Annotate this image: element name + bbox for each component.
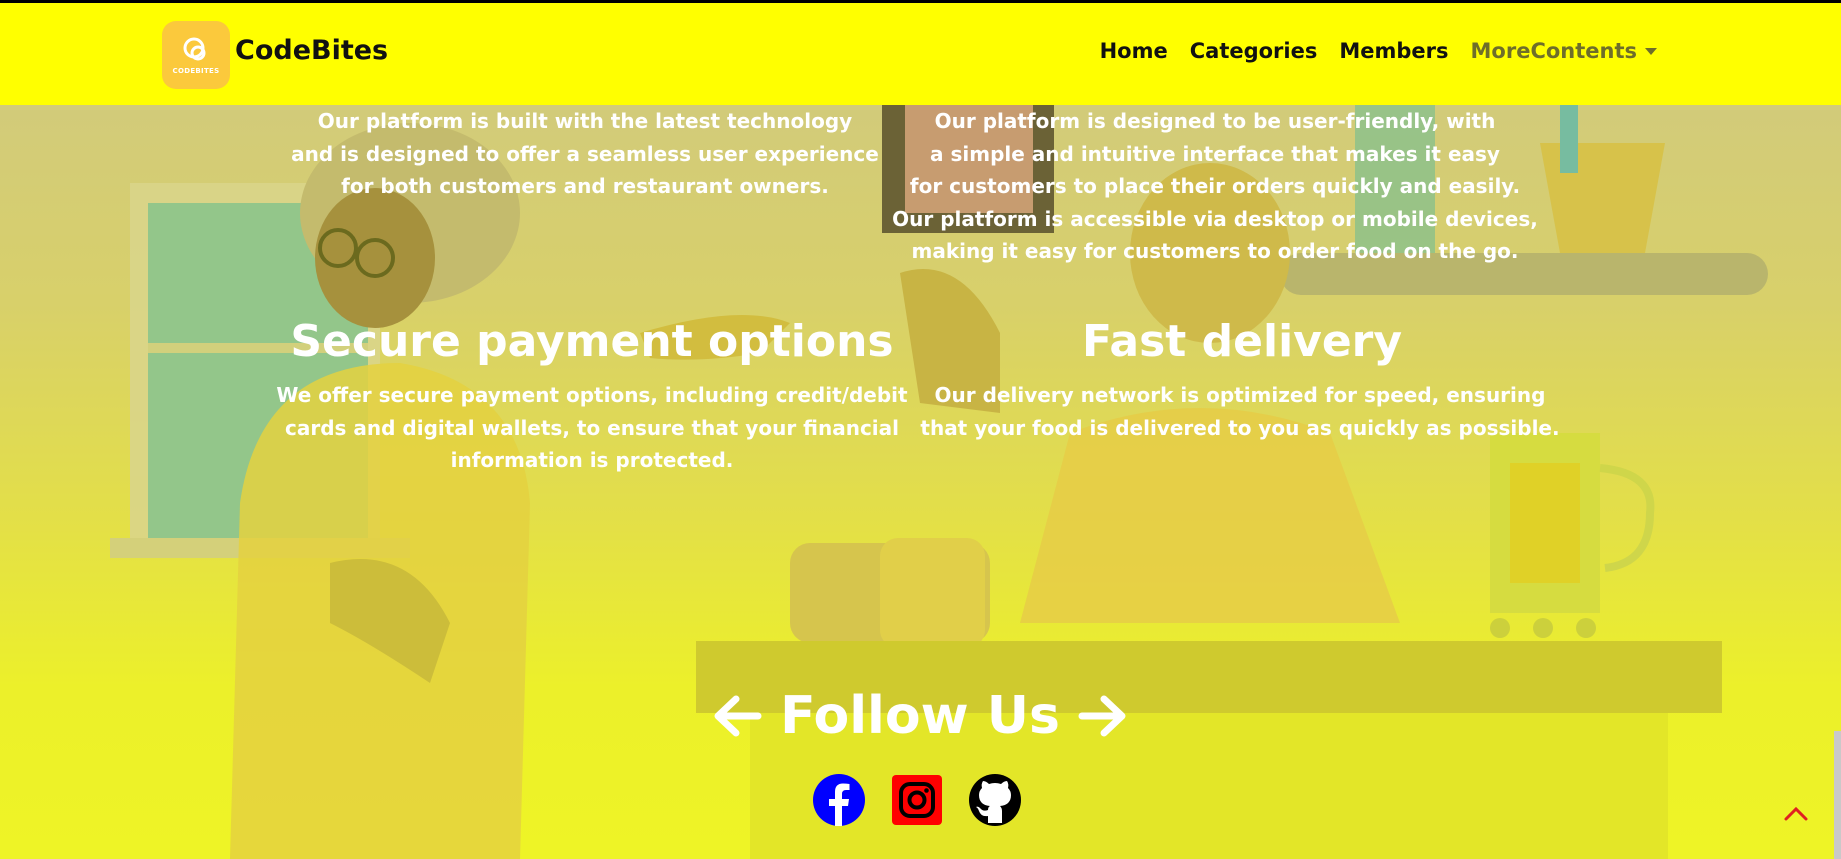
text-line: Our delivery network is optimized for sp… [934, 383, 1546, 407]
text-line: cards and digital wallets, to ensure tha… [284, 415, 900, 440]
text-line: Our platform is accessible via desktop o… [892, 206, 1538, 231]
nav-more-label: MoreContents [1470, 39, 1637, 63]
secure-payment-heading: Secure payment options [290, 316, 894, 367]
navbar: CODEBITES CodeBites Home Categories Memb… [0, 3, 1841, 105]
text-line: Our platform is designed to be user-frie… [934, 109, 1496, 133]
brand-logo[interactable]: CODEBITES [162, 21, 230, 89]
fast-delivery-heading: Fast delivery [1081, 316, 1403, 367]
main-nav: Home Categories Members MoreContents [1100, 39, 1657, 63]
scrollbar[interactable] [1834, 731, 1841, 859]
secure-payment-text: We offer secure payment options, includi… [262, 379, 922, 477]
fast-delivery-text: Our delivery network is optimized for sp… [920, 379, 1560, 444]
github-link[interactable] [968, 773, 1022, 827]
logo-text: CODEBITES [172, 67, 220, 75]
arrow-left-icon [714, 695, 762, 737]
text-line: making it easy for customers to order fo… [911, 239, 1519, 263]
arrow-right-icon [1078, 695, 1126, 737]
text-line: for customers to place their orders quic… [909, 174, 1521, 198]
follow-us-title: Follow Us [780, 686, 1060, 746]
github-icon [969, 774, 1021, 826]
nav-home[interactable]: Home [1100, 39, 1168, 63]
nav-categories[interactable]: Categories [1190, 39, 1318, 63]
nav-members[interactable]: Members [1339, 39, 1448, 63]
codebites-logo-icon [183, 37, 206, 61]
text-line: We offer secure payment options, includi… [276, 383, 908, 407]
follow-us-header: Follow Us [700, 685, 1140, 747]
facebook-link[interactable] [812, 773, 866, 827]
text-line: a simple and intuitive interface that ma… [930, 141, 1500, 166]
chevron-up-icon[interactable] [1780, 801, 1812, 825]
caret-down-icon [1645, 47, 1657, 55]
feature-user-friendly-text: Our platform is designed to be user-frie… [880, 105, 1550, 268]
feature-technology-text: Our platform is built with the latest te… [255, 105, 915, 203]
social-links [812, 773, 1022, 827]
text-line: information is protected. [450, 448, 734, 472]
text-line: Our platform is built with the latest te… [317, 109, 853, 133]
text-line: for both customers and restaurant owners… [341, 174, 829, 198]
text-line: that your food is delivered to you as qu… [920, 415, 1560, 440]
instagram-link[interactable] [890, 773, 944, 827]
text-line: and is designed to offer a seamless user… [291, 141, 879, 166]
facebook-icon [813, 774, 865, 826]
brand-name[interactable]: CodeBites [235, 35, 388, 66]
nav-more-dropdown[interactable]: MoreContents [1471, 39, 1657, 63]
page: CODEBITES CodeBites Home Categories Memb… [0, 3, 1841, 859]
instagram-icon [892, 775, 942, 825]
